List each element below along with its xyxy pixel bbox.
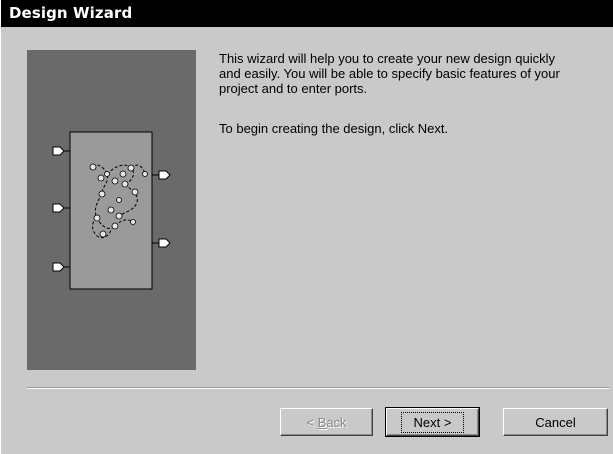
window-title: Design Wizard bbox=[9, 4, 133, 22]
cancel-button[interactable]: Cancel bbox=[503, 408, 608, 436]
output-port-2 bbox=[152, 238, 171, 248]
wizard-illustration-panel bbox=[27, 50, 196, 370]
design-wizard-window: Design Wizard This wizard will help you … bbox=[0, 0, 613, 454]
back-button[interactable]: < Back bbox=[280, 408, 373, 436]
back-button-prefix: < bbox=[306, 414, 318, 430]
button-separator bbox=[27, 387, 609, 389]
wizard-intro-text: This wizard will help you to create your… bbox=[219, 51, 560, 96]
design-block-illustration bbox=[52, 131, 171, 290]
back-button-label: ack bbox=[326, 414, 347, 430]
output-port-1 bbox=[152, 170, 171, 180]
input-port-3 bbox=[52, 262, 70, 272]
input-port-1 bbox=[52, 146, 70, 156]
next-button[interactable]: Next > bbox=[385, 407, 480, 437]
title-bar[interactable]: Design Wizard bbox=[1, 0, 613, 27]
next-button-label: Next > bbox=[400, 411, 465, 433]
wizard-instruction-text: To begin creating the design, click Next… bbox=[219, 121, 449, 136]
input-port-2 bbox=[52, 203, 70, 213]
cancel-button-label: Cancel bbox=[535, 414, 576, 430]
